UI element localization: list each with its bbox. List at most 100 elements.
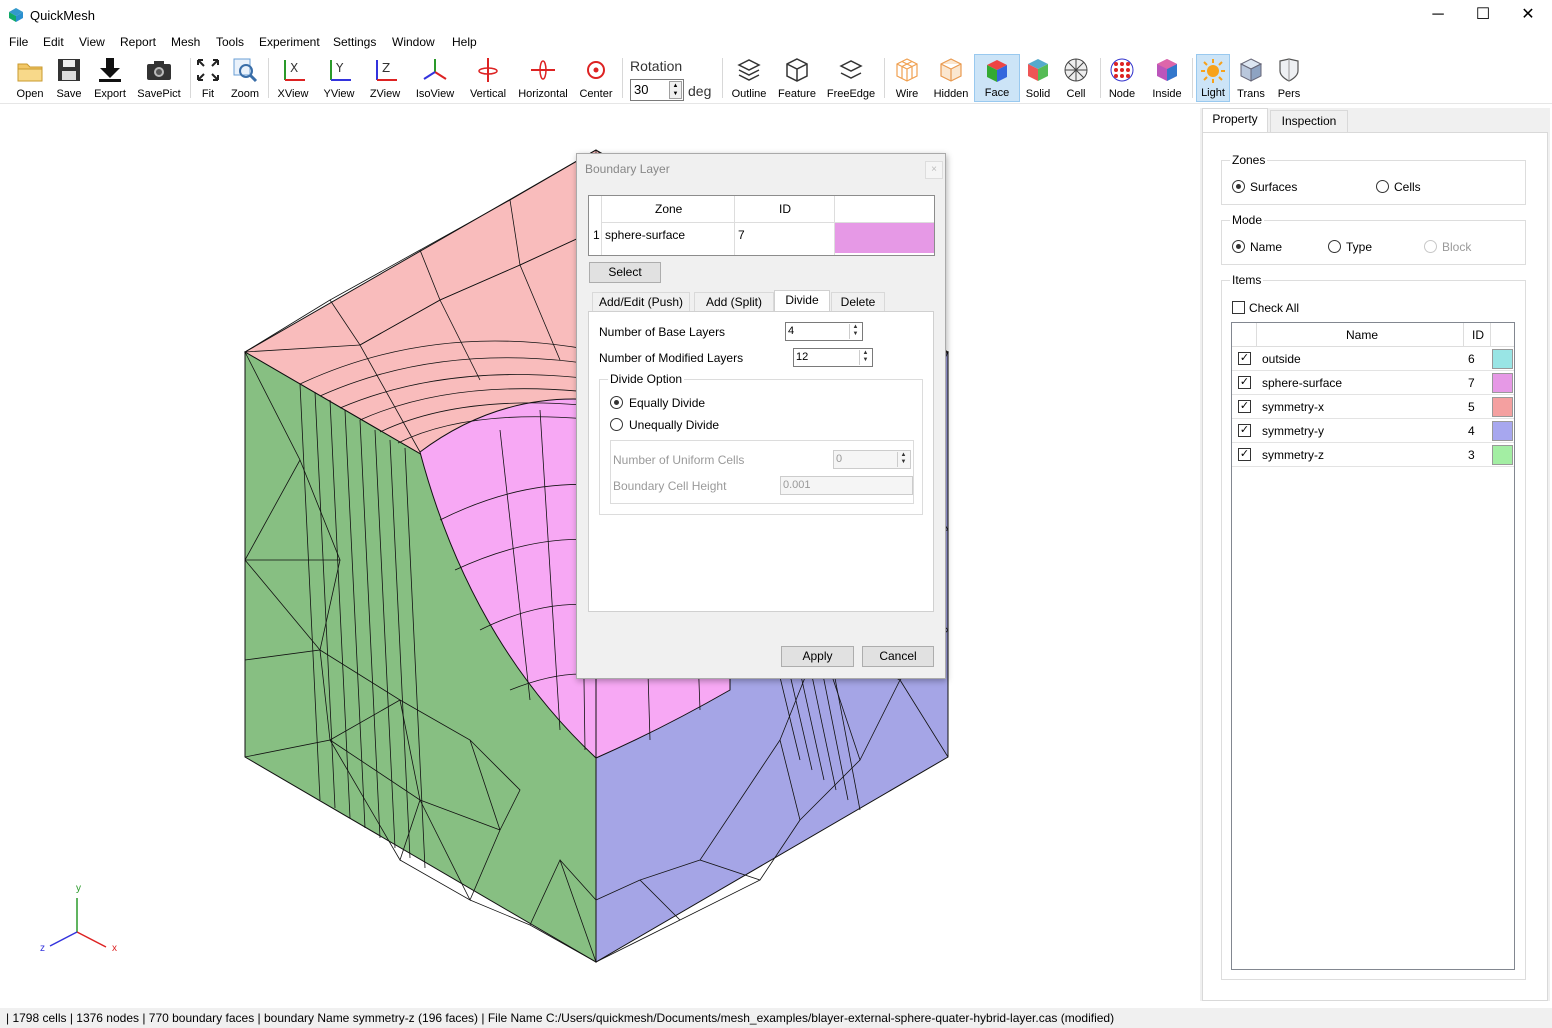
cell-button[interactable]: Cell	[1060, 54, 1092, 102]
type-mode-radio[interactable]	[1328, 240, 1341, 253]
export-button[interactable]: Export	[90, 54, 130, 102]
menu-experiment[interactable]: Experiment	[259, 35, 320, 49]
table-row[interactable]: ✓ symmetry-x 5	[1232, 395, 1514, 419]
unequally-divide-radio[interactable]	[610, 418, 623, 431]
select-button[interactable]: Select	[589, 262, 661, 283]
surfaces-label[interactable]: Surfaces	[1250, 180, 1297, 194]
pers-button[interactable]: Pers	[1272, 54, 1306, 102]
item-color-swatch[interactable]	[1492, 373, 1513, 393]
menu-edit[interactable]: Edit	[43, 35, 64, 49]
tab-divide[interactable]: Divide	[774, 290, 830, 313]
uniform-cells-input[interactable]: 0 ▲ ▼	[833, 450, 911, 469]
tab-property[interactable]: Property	[1202, 108, 1268, 133]
open-button[interactable]: Open	[12, 54, 48, 102]
maximize-button[interactable]: ☐	[1460, 0, 1506, 30]
item-id: 3	[1468, 448, 1475, 462]
equally-divide-radio[interactable]	[610, 396, 623, 409]
equally-divide-label[interactable]: Equally Divide	[629, 396, 705, 410]
name-mode-label[interactable]: Name	[1250, 240, 1282, 254]
light-button[interactable]: Light	[1196, 54, 1230, 102]
menu-tools[interactable]: Tools	[216, 35, 244, 49]
id-cell[interactable]: 7	[738, 228, 745, 242]
modified-layers-input[interactable]: 12 ▲ ▼	[793, 348, 873, 367]
savepict-button[interactable]: SavePict	[134, 54, 184, 102]
unequally-divide-label[interactable]: Unequally Divide	[629, 418, 719, 432]
cell-height-input[interactable]: 0.001	[780, 476, 913, 495]
close-button[interactable]: ✕	[1505, 0, 1551, 30]
zone-cell[interactable]: sphere-surface	[605, 228, 685, 242]
check-all-label[interactable]: Check All	[1249, 301, 1299, 315]
zview-button[interactable]: Z ZView	[366, 54, 404, 102]
tab-inspection[interactable]: Inspection	[1270, 110, 1348, 132]
tab-add-edit-push[interactable]: Add/Edit (Push)	[592, 292, 690, 312]
item-color-swatch[interactable]	[1492, 421, 1513, 441]
item-color-swatch[interactable]	[1492, 445, 1513, 465]
type-mode-label[interactable]: Type	[1346, 240, 1372, 254]
item-checkbox[interactable]: ✓	[1238, 352, 1251, 365]
item-color-swatch[interactable]	[1492, 397, 1513, 417]
cancel-button[interactable]: Cancel	[862, 646, 934, 667]
name-column-header: Name	[1346, 328, 1379, 342]
tab-delete[interactable]: Delete	[831, 292, 885, 312]
hidden-button[interactable]: Hidden	[930, 54, 972, 102]
table-row[interactable]: ✓ symmetry-y 4	[1232, 419, 1514, 443]
uniform-cells-spinner[interactable]: ▲ ▼	[897, 452, 909, 467]
axis-triad	[49, 898, 107, 948]
zoom-button[interactable]: Zoom	[228, 54, 262, 102]
zone-color-swatch[interactable]	[835, 223, 934, 253]
yview-button[interactable]: Y YView	[320, 54, 358, 102]
name-mode-radio[interactable]	[1232, 240, 1245, 253]
item-color-swatch[interactable]	[1492, 349, 1513, 369]
menu-settings[interactable]: Settings	[333, 35, 376, 49]
fit-button[interactable]: Fit	[194, 54, 222, 102]
save-button[interactable]: Save	[52, 54, 86, 102]
isoview-button[interactable]: IsoView	[412, 54, 458, 102]
block-mode-radio[interactable]	[1424, 240, 1437, 253]
menu-mesh[interactable]: Mesh	[171, 35, 200, 49]
table-row[interactable]: ✓ symmetry-z 3	[1232, 443, 1514, 467]
menu-view[interactable]: View	[79, 35, 105, 49]
wire-button[interactable]: Wire	[890, 54, 924, 102]
item-checkbox[interactable]: ✓	[1238, 448, 1251, 461]
item-checkbox[interactable]: ✓	[1238, 376, 1251, 389]
check-all-checkbox[interactable]	[1232, 301, 1245, 314]
feature-button[interactable]: Feature	[774, 54, 820, 102]
vertical-button[interactable]: Vertical	[466, 54, 510, 102]
face-button[interactable]: Face	[974, 54, 1020, 102]
horizontal-button[interactable]: Horizontal	[516, 54, 570, 102]
item-name: symmetry-y	[1262, 424, 1324, 438]
apply-button[interactable]: Apply	[781, 646, 854, 667]
trans-button[interactable]: Trans	[1234, 54, 1268, 102]
menu-help[interactable]: Help	[452, 35, 477, 49]
freeedge-button[interactable]: FreeEdge	[824, 54, 878, 102]
menu-report[interactable]: Report	[120, 35, 156, 49]
tab-add-split[interactable]: Add (Split)	[694, 292, 774, 312]
solid-button[interactable]: Solid	[1022, 54, 1054, 102]
free-edge-icon	[839, 60, 863, 79]
cells-label[interactable]: Cells	[1394, 180, 1421, 194]
rotation-spinner[interactable]: ▲ ▼	[669, 81, 682, 99]
id-column-header: ID	[1472, 328, 1484, 342]
menu-window[interactable]: Window	[392, 35, 435, 49]
minimize-button[interactable]: ─	[1415, 0, 1461, 30]
dialog-close-button[interactable]: ×	[925, 161, 943, 179]
svg-text:X: X	[290, 61, 298, 75]
table-row[interactable]: ✓ sphere-surface 7	[1232, 371, 1514, 395]
base-layers-label: Number of Base Layers	[599, 325, 726, 339]
face-cube-icon	[987, 60, 1007, 82]
base-layers-spinner[interactable]: ▲ ▼	[849, 324, 861, 339]
modified-layers-spinner[interactable]: ▲ ▼	[859, 350, 871, 365]
outline-button[interactable]: Outline	[728, 54, 770, 102]
item-checkbox[interactable]: ✓	[1238, 400, 1251, 413]
table-row[interactable]: ✓ outside 6	[1232, 347, 1514, 371]
item-checkbox[interactable]: ✓	[1238, 424, 1251, 437]
zone-table: Zone ID 1 sphere-surface 7	[588, 195, 935, 256]
surfaces-radio[interactable]	[1232, 180, 1245, 193]
menu-file[interactable]: File	[9, 35, 28, 49]
cells-radio[interactable]	[1376, 180, 1389, 193]
xview-button[interactable]: X XView	[274, 54, 312, 102]
node-button[interactable]: Node	[1104, 54, 1140, 102]
inside-button[interactable]: Inside	[1148, 54, 1186, 102]
base-layers-input[interactable]: 4 ▲ ▼	[785, 322, 863, 341]
center-button[interactable]: Center	[576, 54, 616, 102]
